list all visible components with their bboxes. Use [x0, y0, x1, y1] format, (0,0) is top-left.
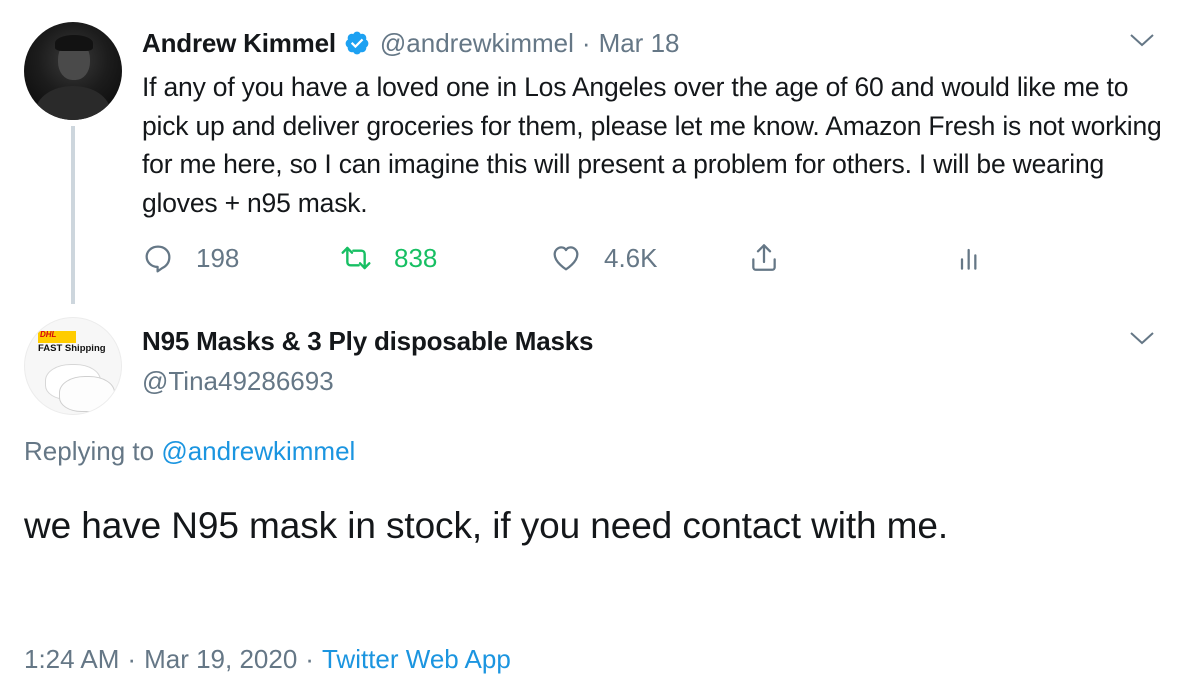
retweet-count: 838	[394, 242, 438, 273]
retweet-arrows-icon	[341, 246, 371, 270]
retweet-button[interactable]: 838	[340, 238, 437, 278]
tweet2-date[interactable]: Mar 19, 2020	[144, 644, 297, 674]
heart-outline-icon	[553, 246, 579, 271]
meta-separator: ·	[581, 27, 591, 58]
share-button[interactable]	[748, 238, 780, 278]
chevron-down-icon[interactable]	[1128, 30, 1156, 50]
verified-badge-icon	[345, 31, 369, 55]
meta-separator: ·	[305, 644, 314, 674]
tweet2-source-link[interactable]: Twitter Web App	[322, 644, 511, 674]
author-avatar[interactable]	[24, 22, 122, 120]
reply-count: 198	[196, 242, 240, 273]
tweet2-text: we have N95 mask in stock, if you need c…	[24, 505, 949, 546]
tweet2-time[interactable]: 1:24 AM	[24, 644, 119, 674]
reply-button[interactable]: 198	[142, 238, 239, 278]
tweet1-meta: @andrewkimmel · Mar 18	[380, 28, 680, 59]
replying-to-handle-link[interactable]: @andrewkimmel	[161, 436, 355, 466]
chevron-down-icon[interactable]	[1128, 328, 1156, 348]
avatar-hair	[55, 35, 93, 51]
replying-to: Replying to @andrewkimmel	[24, 436, 355, 467]
tweet2-footer: 1:24 AM · Mar 19, 2020 · Twitter Web App	[24, 644, 511, 675]
like-button[interactable]: 4.6K	[550, 238, 658, 278]
reply-author-avatar[interactable]: DHL FAST Shipping	[24, 317, 122, 415]
tweet2-author-name[interactable]: N95 Masks & 3 Ply disposable Masks	[142, 326, 594, 357]
tweet1-date[interactable]: Mar 18	[599, 28, 680, 58]
avatar-shoulders	[36, 86, 110, 120]
bar-chart-icon	[960, 248, 977, 270]
replying-to-label: Replying to	[24, 436, 155, 466]
tweet1-text: If any of you have a loved one in Los An…	[142, 72, 1162, 218]
dhl-logo-text: DHL	[40, 330, 57, 339]
mask-image	[59, 376, 115, 412]
speech-bubble-icon	[145, 245, 171, 273]
like-count: 4.6K	[604, 242, 658, 273]
tweet1-header: Andrew Kimmel @andrewkimmel · Mar 18	[142, 27, 679, 59]
thread-connector-line	[71, 126, 75, 304]
avatar-caption: FAST Shipping	[38, 343, 106, 354]
tweet1-author-name[interactable]: Andrew Kimmel	[142, 28, 336, 59]
tweet1-action-bar: 198 838 4.6K	[142, 238, 1002, 278]
analytics-button[interactable]	[954, 238, 986, 278]
meta-separator: ·	[127, 644, 137, 674]
tweet1-handle[interactable]: @andrewkimmel	[380, 28, 574, 58]
share-upload-icon	[752, 244, 776, 271]
tweet2-handle[interactable]: @Tina49286693	[142, 366, 334, 397]
